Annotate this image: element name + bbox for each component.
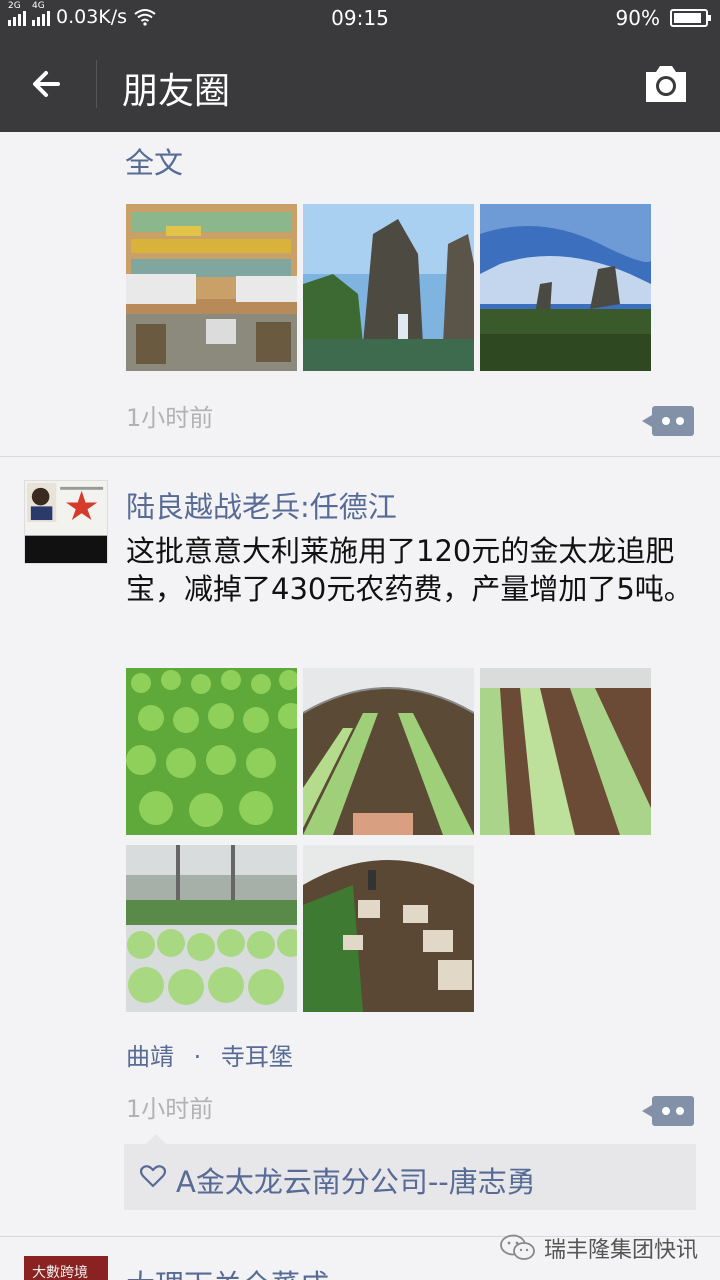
- post2-content: 这批意意大利莱施用了120元的金太龙追肥宝，减掉了430元农药费，产量增加了5吨…: [126, 534, 693, 606]
- post2-location[interactable]: 曲靖 · 寺耳堡: [126, 1037, 293, 1072]
- full-text-link[interactable]: 全文: [125, 140, 183, 182]
- photo-stone-forest-sky[interactable]: [480, 204, 651, 371]
- status-bar: 2G 4G 0.03K/s 09:15 90%: [0, 0, 720, 36]
- location-place[interactable]: 寺耳堡: [221, 1043, 293, 1071]
- photo-lettuce-field[interactable]: [126, 668, 297, 835]
- photo-greenhouse-crop[interactable]: [480, 668, 651, 835]
- post3-author-name[interactable]: 大理下关全蕃成: [126, 1262, 329, 1280]
- photo-greenhouse-rows[interactable]: [303, 668, 474, 835]
- title-bar: 朋友圈: [0, 36, 720, 132]
- page-title: 朋友圈: [122, 71, 231, 112]
- location-dot: ·: [193, 1043, 202, 1071]
- avatar[interactable]: 大數跨境: [24, 1256, 108, 1280]
- photo-greenhouse-harvest[interactable]: [126, 845, 297, 1012]
- title-divider: [96, 60, 97, 108]
- battery-fill: [674, 13, 701, 23]
- likes-box: A金太龙云南分公司--唐志勇: [124, 1134, 696, 1210]
- post2-author-name[interactable]: 陆良越战老兵:任德江: [126, 484, 397, 526]
- post-separator: [0, 456, 720, 457]
- post2-comment-icon[interactable]: [642, 1096, 694, 1126]
- post1-time: 1小时前: [126, 404, 214, 432]
- heart-icon: [140, 1165, 166, 1188]
- back-arrow-icon[interactable]: [24, 60, 74, 110]
- liker-name[interactable]: A金太龙云南分公司--唐志勇: [176, 1159, 536, 1201]
- watermark: 瑞丰隆集团快讯: [500, 1232, 698, 1264]
- battery-icon: [670, 9, 711, 27]
- moments-feed[interactable]: 全文 1小时前 陆良越战老兵:任德江 这批意意大利莱施用了120元的金太龙追肥宝…: [0, 132, 720, 1280]
- photo-greenhouse-boxes[interactable]: [303, 845, 474, 1012]
- location-city[interactable]: 曲靖: [126, 1043, 174, 1071]
- post1-comment-icon[interactable]: [642, 406, 694, 436]
- photo-hotel-courtyard[interactable]: [126, 204, 297, 371]
- avatar[interactable]: [24, 480, 108, 564]
- camera-icon[interactable]: [642, 64, 690, 104]
- post2-time: 1小时前: [126, 1095, 214, 1123]
- watermark-text: 瑞丰隆集团快讯: [543, 1238, 698, 1263]
- battery-percent: 90%: [615, 6, 660, 30]
- wechat-icon: [500, 1234, 535, 1260]
- clock: 09:15: [331, 6, 389, 30]
- photo-stone-forest-waterfall[interactable]: [303, 204, 474, 371]
